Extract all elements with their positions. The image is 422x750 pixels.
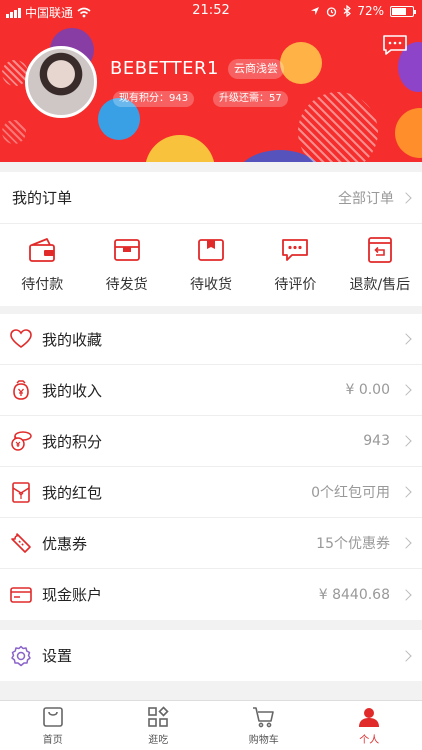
package-icon (198, 239, 224, 261)
decor-striped-circle (2, 120, 26, 144)
battery-percent: 72% (357, 4, 384, 18)
decor-striped-circle (298, 92, 378, 162)
decor-circle (145, 135, 215, 162)
tab-label: 首页 (42, 735, 63, 746)
shopping-bag-icon (42, 707, 63, 727)
bottom-tab-bar: 首页 逛吃 购物车 个人 (0, 700, 422, 750)
orders-title: 我的订单 (12, 189, 73, 207)
chevron-right-icon (400, 486, 412, 498)
grid-icon (148, 706, 169, 727)
menu-label: 优惠券 (42, 534, 88, 553)
message-icon[interactable] (382, 34, 408, 56)
all-orders-link[interactable]: 全部订单 (338, 188, 412, 208)
order-label: 退款/售后 (349, 277, 411, 293)
points-value: 943 (363, 433, 390, 449)
profile-header: 中国联通 21:52 72% BEBETTER1 云商浅尝 现有积分：943 升… (0, 0, 422, 162)
menu-points[interactable]: 我的积分 943 (0, 416, 422, 467)
box-icon (113, 239, 140, 261)
tab-label: 个人 (359, 735, 380, 746)
heart-icon (10, 329, 32, 348)
member-level-badge: 云商浅尝 (228, 59, 284, 79)
menu-label: 我的积分 (42, 432, 103, 451)
coupon-icon (11, 533, 31, 553)
status-bar: 中国联通 21:52 72% (0, 0, 422, 22)
settings-label: 设置 (42, 647, 73, 665)
tab-label: 逛吃 (148, 735, 169, 746)
bluetooth-icon (343, 5, 352, 17)
menu-favorites[interactable]: 我的收藏 (0, 314, 422, 365)
all-orders-label: 全部订单 (338, 190, 394, 207)
decor-circle (395, 108, 422, 158)
order-pending-review[interactable]: 待评价 (253, 224, 337, 306)
order-label: 待付款 (21, 277, 64, 293)
chevron-right-icon (400, 588, 412, 601)
person-icon (359, 708, 380, 727)
tab-explore[interactable]: 逛吃 (106, 701, 212, 750)
order-label: 待收货 (190, 277, 233, 293)
points-chip: 现有积分：943 (113, 91, 195, 107)
chevron-right-icon (400, 191, 412, 204)
wallet-icon (29, 238, 56, 262)
tab-cart[interactable]: 购物车 (211, 701, 317, 750)
menu-label: 我的收入 (42, 381, 103, 400)
order-label: 待发货 (105, 277, 148, 293)
menu-coupons[interactable]: 优惠券 15个优惠券 (0, 518, 422, 569)
order-pending-receipt[interactable]: 待收货 (169, 224, 253, 306)
chevron-right-icon (400, 384, 412, 396)
menu-settings[interactable]: 设置 (0, 630, 422, 681)
card-icon (10, 586, 32, 603)
chevron-right-icon (400, 537, 412, 549)
order-label: 待评价 (274, 277, 317, 293)
return-icon (367, 237, 392, 263)
cash-value: ¥ 8440.68 (318, 586, 390, 603)
income-value: ¥ 0.00 (345, 382, 390, 398)
orders-section: 我的订单 全部订单 待付款 待发货 待收货 待评价 退款/售后 (0, 172, 422, 306)
income-icon (13, 380, 29, 400)
order-refund-aftersale[interactable]: 退款/售后 (338, 224, 422, 306)
decor-circle (280, 42, 322, 84)
coupon-value: 15个优惠券 (316, 536, 390, 552)
username: BEBETTER1 (110, 58, 219, 79)
upgrade-chip: 升级还需：57 (213, 91, 288, 107)
gear-icon (11, 645, 31, 666)
menu-cash-account[interactable]: 现金账户 ¥ 8440.68 (0, 569, 422, 620)
tab-home[interactable]: 首页 (0, 701, 106, 750)
order-pending-payment[interactable]: 待付款 (0, 224, 84, 306)
account-menu: 我的收藏 我的收入 ¥ 0.00 我的积分 943 我的红包 0个红包可用 优惠… (0, 314, 422, 620)
menu-label: 现金账户 (42, 586, 103, 604)
cart-icon (252, 707, 274, 728)
order-pending-shipment[interactable]: 待发货 (84, 224, 168, 306)
menu-red-envelopes[interactable]: 我的红包 0个红包可用 (0, 467, 422, 518)
tab-label: 购物车 (248, 735, 279, 746)
chevron-right-icon (400, 333, 412, 345)
battery-icon (390, 5, 416, 17)
avatar[interactable] (25, 46, 97, 118)
menu-label: 我的红包 (42, 483, 103, 502)
alarm-icon (327, 6, 337, 17)
tab-profile[interactable]: 个人 (317, 701, 422, 750)
coins-icon (11, 431, 32, 451)
chevron-right-icon (400, 649, 412, 662)
menu-label: 我的收藏 (42, 330, 103, 349)
red-envelope-value: 0个红包可用 (311, 485, 390, 501)
comment-icon (282, 239, 309, 261)
chevron-right-icon (400, 435, 412, 447)
red-envelope-icon (12, 482, 30, 503)
location-icon (311, 7, 320, 15)
menu-income[interactable]: 我的收入 ¥ 0.00 (0, 365, 422, 416)
orders-header[interactable]: 我的订单 全部订单 (0, 172, 422, 224)
